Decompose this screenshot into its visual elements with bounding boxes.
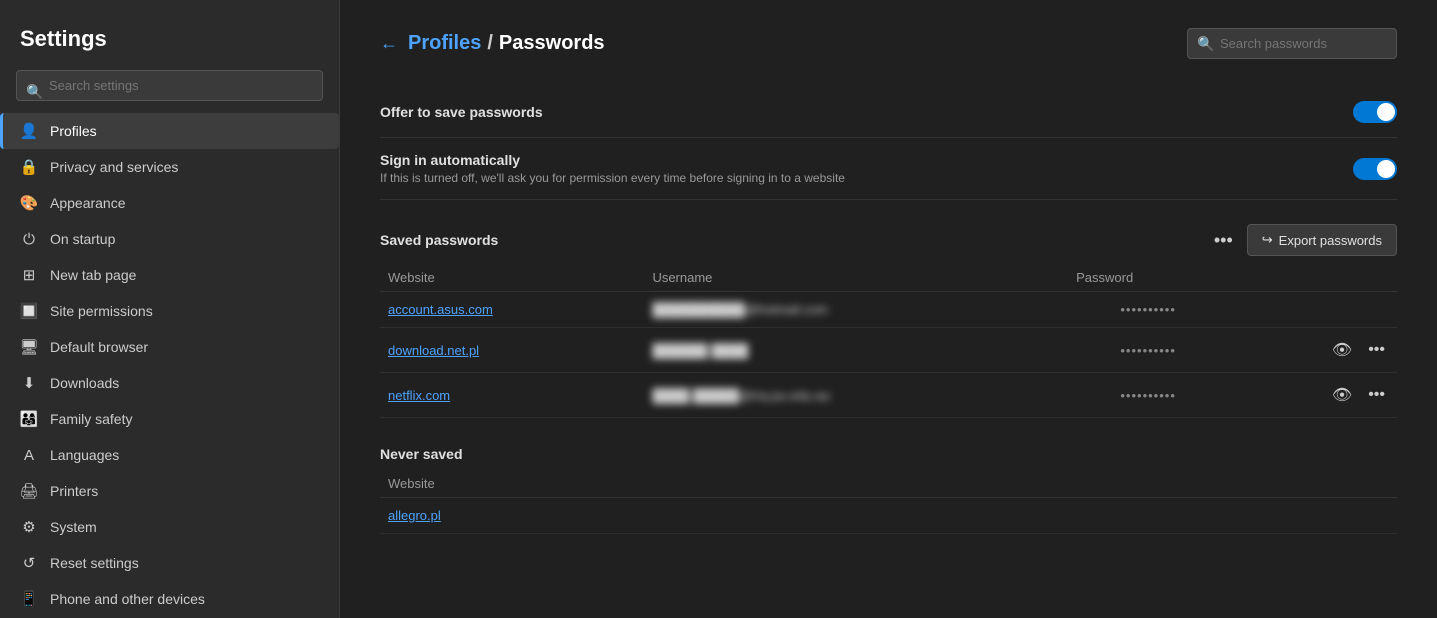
sign-in-auto-toggle[interactable] [1353, 158, 1397, 180]
main-content: ← Profiles / Passwords 🔍 Offer to save p… [340, 0, 1437, 618]
saved-passwords-section-header: Saved passwords ••• ↪ Export passwords [380, 224, 1397, 256]
sidebar-item-privacy[interactable]: 🔒 Privacy and services [0, 149, 339, 185]
new-tab-label: New tab page [50, 267, 136, 283]
family-safety-label: Family safety [50, 411, 132, 427]
username-cell: ██████ ████ [644, 328, 1068, 373]
ns-website-cell: allegro.pl [380, 498, 1397, 534]
username-cell: ██████████@hotmail.com [644, 292, 1068, 328]
phone-devices-label: Phone and other devices [50, 591, 205, 607]
sidebar: Settings 🔍 👤 Profiles 🔒 Privacy and serv… [0, 0, 340, 618]
search-settings-container: 🔍 [0, 70, 339, 113]
never-saved-tbody: allegro.pl [380, 498, 1397, 534]
languages-label: Languages [50, 447, 119, 463]
sidebar-item-profiles[interactable]: 👤 Profiles [0, 113, 339, 149]
password-cell: •••••••••• [1068, 328, 1228, 373]
show-password-button-1[interactable]: 👁 [1328, 338, 1356, 362]
sign-in-auto-info: Sign in automatically If this is turned … [380, 152, 845, 185]
printers-icon: 🖨 [20, 482, 38, 500]
col-username-header: Username [644, 264, 1068, 292]
appearance-icon: 🎨 [20, 194, 38, 212]
family-safety-icon: 👨‍👩‍👧 [20, 410, 38, 428]
row-more-button-1[interactable]: ••• [1364, 339, 1389, 361]
sidebar-item-family-safety[interactable]: 👨‍👩‍👧 Family safety [0, 401, 339, 437]
breadcrumb-parent[interactable]: Profiles [408, 32, 481, 55]
printers-label: Printers [50, 483, 98, 499]
search-passwords-input[interactable] [1187, 28, 1397, 59]
saved-passwords-table: Website Username Password account.asus.c… [380, 264, 1397, 418]
table-row: account.asus.com ██████████@hotmail.com … [380, 292, 1397, 328]
export-icon: ↪ [1262, 232, 1273, 248]
breadcrumb-separator: / [487, 32, 493, 55]
saved-passwords-title: Saved passwords [380, 232, 498, 248]
system-icon: ⚙ [20, 518, 38, 536]
saved-passwords-tbody: account.asus.com ██████████@hotmail.com … [380, 292, 1397, 418]
sign-in-auto-row: Sign in automatically If this is turned … [380, 138, 1397, 200]
system-label: System [50, 519, 97, 535]
sidebar-item-downloads[interactable]: ⬇ Downloads [0, 365, 339, 401]
default-browser-label: Default browser [50, 339, 148, 355]
privacy-label: Privacy and services [50, 159, 178, 175]
default-browser-icon: 🖥 [20, 338, 38, 356]
never-saved-section: Never saved Website allegro.pl [380, 446, 1397, 534]
downloads-label: Downloads [50, 375, 119, 391]
back-button[interactable]: ← [380, 33, 398, 54]
col-password-header: Password [1068, 264, 1228, 292]
website-cell: download.net.pl [380, 328, 644, 373]
settings-title: Settings [0, 16, 339, 70]
search-passwords-container: 🔍 [1187, 28, 1397, 59]
never-saved-title: Never saved [380, 446, 1397, 462]
list-item: allegro.pl [380, 498, 1397, 534]
on-startup-icon: ⏻ [20, 230, 38, 248]
profiles-label: Profiles [50, 123, 97, 139]
languages-icon: A [20, 446, 38, 464]
table-row: netflix.com ████.█████@my.pu.edu.au ••••… [380, 373, 1397, 418]
sidebar-item-default-browser[interactable]: 🖥 Default browser [0, 329, 339, 365]
sidebar-item-phone-devices[interactable]: 📱 Phone and other devices [0, 581, 339, 617]
password-cell: •••••••••• [1068, 373, 1228, 418]
saved-passwords-actions: ••• ↪ Export passwords [1208, 224, 1397, 256]
on-startup-label: On startup [50, 231, 115, 247]
table-row: download.net.pl ██████ ████ •••••••••• 👁… [380, 328, 1397, 373]
sidebar-item-appearance[interactable]: 🎨 Appearance [0, 185, 339, 221]
profiles-icon: 👤 [20, 122, 38, 140]
search-settings-input[interactable] [16, 70, 323, 101]
offer-to-save-toggle[interactable] [1353, 101, 1397, 123]
reset-settings-label: Reset settings [50, 555, 139, 571]
page-header: ← Profiles / Passwords 🔍 [380, 28, 1397, 59]
phone-devices-icon: 📱 [20, 590, 38, 608]
col-website-header: Website [380, 264, 644, 292]
sidebar-nav: 👤 Profiles 🔒 Privacy and services 🎨 Appe… [0, 113, 339, 618]
new-tab-icon: ⊞ [20, 266, 38, 284]
breadcrumb: ← Profiles / Passwords [380, 32, 605, 55]
row-actions-cell: 👁 ••• [1228, 373, 1397, 418]
sidebar-item-new-tab[interactable]: ⊞ New tab page [0, 257, 339, 293]
website-cell: account.asus.com [380, 292, 644, 328]
sidebar-item-reset-settings[interactable]: ↺ Reset settings [0, 545, 339, 581]
privacy-icon: 🔒 [20, 158, 38, 176]
sidebar-item-on-startup[interactable]: ⏻ On startup [0, 221, 339, 257]
ns-col-website-header: Website [380, 470, 1397, 498]
site-permissions-icon: 🔲 [20, 302, 38, 320]
row-actions-cell: 👁 ••• [1228, 328, 1397, 373]
offer-to-save-label: Offer to save passwords [380, 104, 543, 120]
downloads-icon: ⬇ [20, 374, 38, 392]
reset-settings-icon: ↺ [20, 554, 38, 572]
row-more-button-2[interactable]: ••• [1364, 384, 1389, 406]
password-cell: •••••••••• [1068, 292, 1228, 328]
appearance-label: Appearance [50, 195, 126, 211]
sidebar-item-site-permissions[interactable]: 🔲 Site permissions [0, 293, 339, 329]
row-actions-cell [1228, 292, 1397, 328]
export-passwords-button[interactable]: ↪ Export passwords [1247, 224, 1397, 256]
never-saved-table: Website allegro.pl [380, 470, 1397, 534]
website-cell: netflix.com [380, 373, 644, 418]
sidebar-item-system[interactable]: ⚙ System [0, 509, 339, 545]
offer-to-save-row: Offer to save passwords [380, 87, 1397, 138]
show-password-button-2[interactable]: 👁 [1328, 383, 1356, 407]
username-cell: ████.█████@my.pu.edu.au [644, 373, 1068, 418]
site-permissions-label: Site permissions [50, 303, 153, 319]
sidebar-item-printers[interactable]: 🖨 Printers [0, 473, 339, 509]
sidebar-item-languages[interactable]: A Languages [0, 437, 339, 473]
breadcrumb-current: Passwords [499, 32, 605, 55]
saved-passwords-more-button[interactable]: ••• [1208, 228, 1239, 253]
